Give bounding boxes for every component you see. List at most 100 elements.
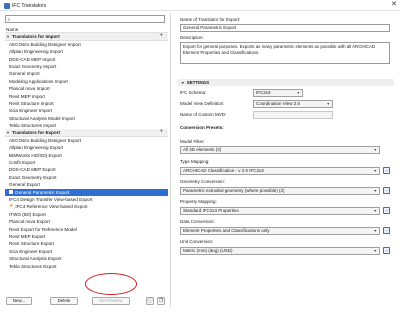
list-item-label: Exact Geometry Export	[9, 174, 57, 180]
unit-conversion-select[interactable]: Metric (mm) (deg) (USD) ▼	[180, 247, 380, 255]
geometry-conversion-options-button[interactable]: ...	[383, 187, 390, 194]
annotation-circle	[85, 273, 137, 295]
list-item[interactable]: Allplan Engineering Export	[5, 144, 168, 151]
list-item-label: Allplan Engineering Import	[9, 49, 63, 55]
list-item[interactable]: Revit MEP Export	[5, 233, 168, 240]
list-item[interactable]: Revit Structure Export	[5, 240, 168, 247]
copy-icon[interactable]: ❐	[157, 297, 165, 305]
custom-mvd-field[interactable]	[253, 111, 333, 119]
list-item[interactable]: ★ IFC4 Reference View-based Export	[5, 203, 168, 210]
property-mapping-options-button[interactable]: ...	[383, 207, 390, 214]
model-filter-value: All 3D elements (2)	[183, 147, 222, 152]
chevron-down-icon: ▼	[296, 91, 300, 95]
name-field[interactable]: General Parametric Export	[180, 24, 390, 32]
list-item[interactable]: Revit Structure Import	[5, 100, 168, 107]
list-item[interactable]: Plancal nova Export	[5, 218, 168, 225]
list-item-label: Name	[6, 27, 19, 32]
model-filter-label: Model Filter:	[180, 139, 205, 144]
type-mapping-select[interactable]: ARCHICAD Classification - v 2.0 IFC2x3 ▼	[180, 167, 380, 175]
list-item-label: DDS-CAD MEP Import	[9, 56, 56, 62]
property-mapping-select[interactable]: Standard IFC2x3 Properties ▼	[180, 207, 380, 215]
list-item[interactable]: Exact Geometry Import	[5, 63, 168, 70]
list-item[interactable]: Exact Geometry Export	[5, 174, 168, 181]
list-item-label: ITWO (5D) Export	[9, 211, 46, 217]
conversion-presets-title: Conversion Presets:	[180, 125, 224, 130]
list-item[interactable]: IFC4 Design Transfer View-based Export	[5, 196, 168, 203]
search-field[interactable]: ⌕	[5, 15, 165, 23]
list-item-label: General Export	[9, 182, 40, 188]
unit-conversion-options-button[interactable]: ...	[383, 247, 390, 254]
list-item[interactable]: Cosfit Export	[5, 159, 168, 166]
list-column-header[interactable]: Name	[5, 26, 168, 34]
delete-button[interactable]: Delete	[50, 297, 78, 305]
window-title: IFC Translators	[12, 2, 47, 9]
chevron-down-icon: ▼	[373, 229, 377, 233]
data-conversion-options-button[interactable]: ...	[383, 227, 390, 234]
collapse-triangle-icon: ▼	[181, 81, 185, 85]
settings-section-header[interactable]: ▼ SETTINGS	[178, 79, 394, 86]
list-item[interactable]: ITWO (5D) Export	[5, 211, 168, 218]
type-mapping-label: Type Mapping:	[180, 159, 210, 164]
list-item[interactable]: Tekla Structures Export	[5, 263, 168, 270]
data-conversion-select[interactable]: Element Properties and Classifications o…	[180, 227, 380, 235]
new-button[interactable]: New...	[6, 297, 32, 305]
list-item[interactable]: AECOsim Building Designer Export	[5, 137, 168, 144]
list-item-label: General Parametric Export	[15, 189, 70, 195]
list-item[interactable]: Scia Engineer Import	[5, 107, 168, 114]
list-item[interactable]: Tekla Structures Import	[5, 122, 168, 129]
list-item-label: Plancal nova Import	[9, 86, 50, 92]
translator-list[interactable]: Name ▼ Translators for Import + AECOsim Buil…	[5, 26, 168, 281]
chevron-down-icon: ▼	[373, 148, 377, 152]
name-label: Name of Translator for Export:	[180, 17, 241, 22]
type-mapping-value: ARCHICAD Classification - v 2.0 IFC2x3	[183, 168, 264, 173]
list-item-label: Plancal nova Export	[9, 219, 50, 225]
translator-settings-panel: Name of Translator for Export: General P…	[175, 13, 397, 307]
chevron-down-icon: ▼	[373, 209, 377, 213]
list-item-selected[interactable]: General Parametric Export	[5, 188, 168, 196]
description-label: Description:	[180, 35, 204, 40]
list-group-header[interactable]: ▼ Translators for Export +	[5, 129, 168, 137]
add-icon[interactable]: +	[159, 33, 163, 40]
info-icon[interactable]: ⓘ	[146, 297, 154, 305]
model-filter-select[interactable]: All 3D elements (2) ▼	[180, 146, 380, 154]
ifc-schema-select[interactable]: IFC2x3 ▼	[253, 89, 303, 97]
list-item-label: IFC4 Reference View-based Export	[15, 204, 88, 210]
geometry-conversion-select[interactable]: Parametric extruded geometry (where poss…	[180, 187, 380, 195]
add-icon[interactable]: +	[159, 129, 163, 136]
star-icon: ★	[9, 204, 14, 210]
list-item-label: Structural Analysis Model Import	[9, 115, 75, 121]
list-item-label: AECOsim Building Designer Import	[9, 41, 81, 47]
list-item-label: Scia Engineer Export	[9, 248, 53, 254]
settings-label: SETTINGS	[186, 80, 210, 85]
description-field[interactable]: Export for general purposes. Exports as …	[180, 42, 390, 64]
mvd-select[interactable]: Coordination View 2.0 ▼	[253, 100, 333, 108]
geometry-conversion-value: Parametric extruded geometry (where poss…	[183, 188, 285, 193]
type-mapping-options-button[interactable]: ...	[383, 167, 390, 174]
list-group-header[interactable]: ▼ Translators for Import +	[5, 33, 168, 41]
list-item[interactable]: Modeling Applications Import	[5, 78, 168, 85]
list-item[interactable]: Revit MEP Import	[5, 93, 168, 100]
list-item[interactable]: Plancal nova Import	[5, 85, 168, 92]
translator-list-panel: ⌕ Name ▼ Translators for Import + AECOsim Bu…	[2, 13, 171, 307]
list-item[interactable]: DDS-CAD MEP Import	[5, 56, 168, 63]
list-item[interactable]: Scia Engineer Export	[5, 248, 168, 255]
list-item[interactable]: BIMWorks HD/SD) Export	[5, 152, 168, 159]
close-icon[interactable]: ✕	[391, 1, 397, 9]
search-input[interactable]	[14, 16, 162, 22]
geometry-conversion-label: Geometry Conversion:	[180, 179, 226, 184]
list-item[interactable]: DDS-CAD MEP Export	[5, 166, 168, 173]
list-item[interactable]: Structural Analysis Export	[5, 255, 168, 262]
list-item[interactable]: Allplan Engineering Import	[5, 48, 168, 55]
list-item[interactable]: Structural Analysis Model Import	[5, 115, 168, 122]
custom-mvd-label: Name of Custom MVD:	[180, 112, 227, 117]
list-item-label: Translators for Export	[12, 130, 60, 136]
app-icon	[4, 2, 10, 9]
list-item[interactable]: General Export	[5, 181, 168, 188]
list-toolbar: New... Delete Set Preview ⓘ ❐	[2, 293, 171, 307]
list-item[interactable]: AECOsim Building Designer Import	[5, 41, 168, 48]
unit-conversion-label: Unit Conversion:	[180, 239, 214, 244]
set-preview-button[interactable]: Set Preview	[92, 297, 130, 305]
mvd-label: Model View Definition:	[180, 101, 225, 106]
list-item[interactable]: Revit Export for Reference Model	[5, 226, 168, 233]
list-item[interactable]: General Import	[5, 70, 168, 77]
